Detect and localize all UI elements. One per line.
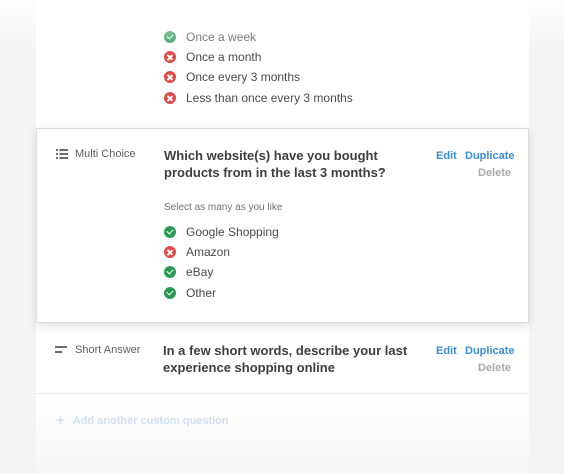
- question-title-text: In a few short words, describe your last…: [163, 343, 408, 375]
- option-label: Other: [186, 286, 217, 300]
- option-label: Less than once every 3 months: [186, 91, 353, 105]
- question-title: In a few short words, describe your last…: [163, 342, 428, 376]
- add-question-button[interactable]: + Add another custom question: [56, 412, 229, 429]
- multi-choice-question-card[interactable]: Multi Choice Which website(s) have you b…: [36, 128, 529, 323]
- option-label: Google Shopping: [186, 225, 279, 239]
- edit-button[interactable]: Edit: [436, 150, 457, 162]
- divider: [36, 393, 529, 394]
- option-row: Once a week: [164, 28, 256, 46]
- edit-button[interactable]: Edit: [436, 345, 457, 357]
- list-icon: [56, 149, 68, 159]
- add-question-label: Add another custom question: [72, 414, 229, 427]
- x-circle-icon: [164, 92, 176, 104]
- question-type-label: Short Answer: [75, 344, 141, 356]
- option-row: Once a month: [164, 48, 261, 66]
- option-row: Google Shopping: [164, 223, 279, 241]
- option-label: Once every 3 months: [186, 70, 301, 84]
- option-row: eBay: [164, 263, 213, 281]
- question-type-label: Multi Choice: [75, 148, 136, 160]
- question-hint: Select as many as you like: [164, 202, 283, 213]
- short-text-icon: [55, 346, 67, 353]
- x-circle-icon: [164, 51, 176, 63]
- option-row: Once every 3 months: [164, 68, 300, 86]
- check-circle-icon: [164, 31, 176, 43]
- check-circle-icon: [164, 287, 176, 299]
- question-title: Which website(s) have you bought product…: [164, 147, 429, 181]
- option-label: Once a week: [186, 30, 257, 44]
- check-circle-icon: [164, 226, 176, 238]
- short-answer-question-card[interactable]: Short Answer In a few short words, descr…: [36, 323, 529, 393]
- x-circle-icon: [164, 246, 176, 258]
- option-row: Other: [164, 284, 216, 302]
- option-label: eBay: [186, 265, 214, 279]
- question-type: Short Answer: [55, 344, 140, 356]
- question-type: Multi Choice: [56, 148, 136, 160]
- option-row: Amazon: [164, 243, 230, 261]
- duplicate-button[interactable]: Duplicate: [465, 150, 515, 162]
- option-row: Less than once every 3 months: [164, 89, 353, 107]
- x-circle-icon: [164, 71, 176, 83]
- plus-icon: +: [56, 412, 65, 429]
- delete-button[interactable]: Delete: [478, 167, 511, 179]
- previous-question-card: Once a week Once a month Once every 3 mo…: [36, 0, 529, 128]
- option-label: Once a month: [186, 50, 262, 64]
- duplicate-button[interactable]: Duplicate: [465, 345, 515, 357]
- question-title-text: Which website(s) have you bought product…: [164, 148, 386, 180]
- delete-button[interactable]: Delete: [478, 362, 511, 374]
- check-circle-icon: [164, 266, 176, 278]
- option-label: Amazon: [186, 245, 231, 259]
